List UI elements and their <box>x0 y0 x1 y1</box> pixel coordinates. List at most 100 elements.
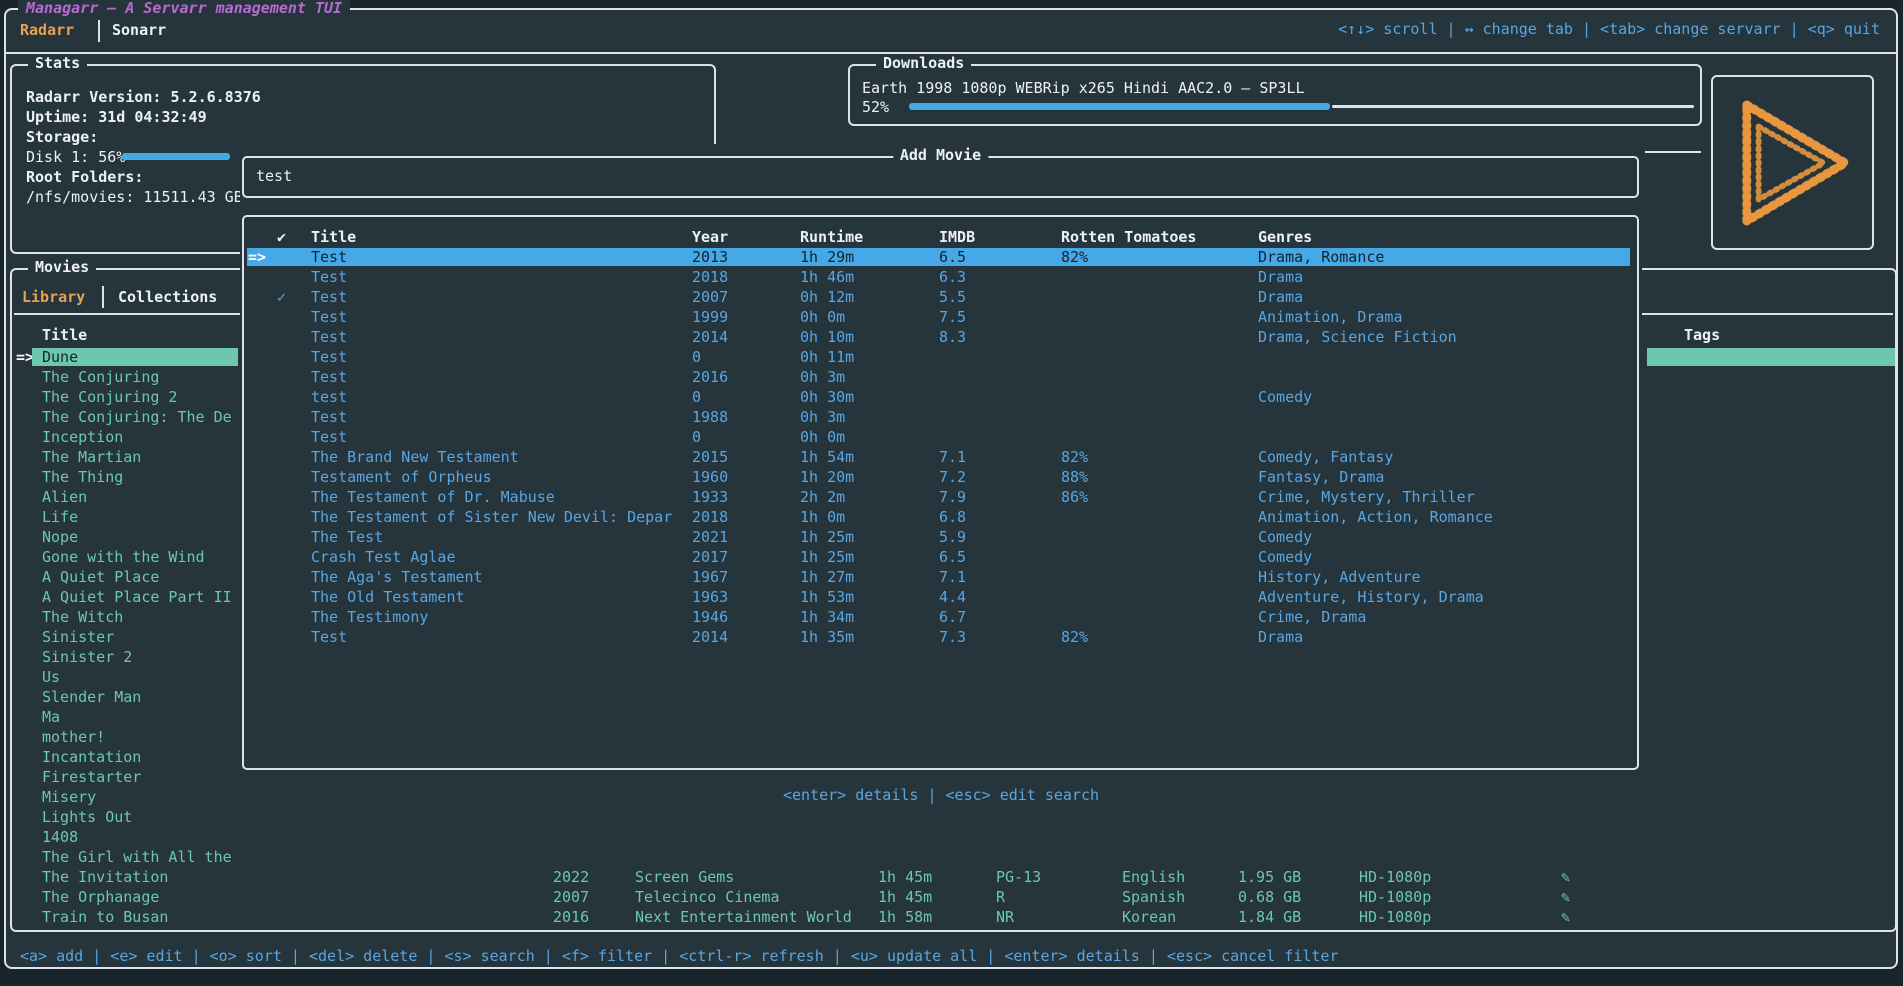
cell-runtime: 0h 10m <box>800 328 854 346</box>
search-results-table: ✔ Title Year Runtime IMDB Rotten Tomatoe… <box>242 215 1639 770</box>
cell-studio: Screen Gems <box>635 868 734 886</box>
cell-certification: NR <box>996 908 1014 926</box>
cell-rotten_tomatoes: 82% <box>1061 628 1088 646</box>
tab-sonarr[interactable]: Sonarr <box>112 21 166 39</box>
cell-title: Test <box>311 368 347 386</box>
cell-genres: Adventure, History, Drama <box>1258 588 1484 606</box>
disk-usage-bar <box>122 153 230 160</box>
result-row[interactable]: Test20141h 35m7.382%Drama <box>244 628 1637 646</box>
library-movie-item[interactable]: Dune <box>32 348 238 366</box>
cell-year: 2016 <box>692 368 728 386</box>
search-input[interactable]: test <box>256 167 292 185</box>
cell-title: Test <box>311 628 347 646</box>
cell-runtime: 1h 27m <box>800 568 854 586</box>
result-row[interactable]: Test20140h 10m8.3Drama, Science Fiction <box>244 328 1637 346</box>
cell-imdb: 6.7 <box>939 608 966 626</box>
cell-language: English <box>1122 868 1185 886</box>
cell-rotten_tomatoes: 82% <box>1061 248 1088 266</box>
library-movie-item[interactable]: The Conjuring 2 <box>42 388 177 406</box>
cell-genres: Drama <box>1258 288 1303 306</box>
cell-imdb: 5.5 <box>939 288 966 306</box>
result-row[interactable]: =>Test20131h 29m6.582%Drama, Romance <box>244 248 1637 266</box>
library-movie-item[interactable]: The Thing <box>42 468 123 486</box>
library-movie-item[interactable]: Sinister <box>42 628 114 646</box>
library-movie-item[interactable]: The Girl with All the <box>42 848 232 866</box>
library-movie-item[interactable]: Gone with the Wind <box>42 548 205 566</box>
selected-row-tags-fragment <box>1647 348 1895 366</box>
library-movie-item[interactable]: 1408 <box>42 828 78 846</box>
cell-runtime: 1h 25m <box>800 548 854 566</box>
cell-year: 1963 <box>692 588 728 606</box>
cell-rotten_tomatoes: 88% <box>1061 468 1088 486</box>
cell-studio: Telecinco Cinema <box>635 888 780 906</box>
managarr-app-window: Managarr – A Servarr management TUI <↑↓>… <box>4 8 1898 969</box>
result-row[interactable]: Crash Test Aglae20171h 25m6.5Comedy <box>244 548 1637 566</box>
library-movie-item[interactable]: Incantation <box>42 748 141 766</box>
result-row[interactable]: Test20160h 3m <box>244 368 1637 386</box>
download-item-name: Earth 1998 1080p WEBRip x265 Hindi AAC2.… <box>862 79 1305 97</box>
result-row[interactable]: The Old Testament19631h 53m4.4Adventure,… <box>244 588 1637 606</box>
library-movie-item[interactable]: Misery <box>42 788 96 806</box>
cell-year: 2007 <box>553 888 589 906</box>
result-row[interactable]: test00h 30mComedy <box>244 388 1637 406</box>
cell-year: 2018 <box>692 508 728 526</box>
library-movie-item[interactable]: A Quiet Place Part II <box>42 588 232 606</box>
library-movie-item[interactable]: Slender Man <box>42 688 141 706</box>
result-row[interactable]: Testament of Orpheus19601h 20m7.288%Fant… <box>244 468 1637 486</box>
library-movie-item[interactable]: Sinister 2 <box>42 648 132 666</box>
cell-runtime: 1h 0m <box>800 508 845 526</box>
tab-collections-label: Collections <box>118 288 217 306</box>
result-row[interactable]: The Test20211h 25m5.9Comedy <box>244 528 1637 546</box>
movies-panel-title: Movies <box>28 258 96 276</box>
library-movie-item[interactable]: The Martian <box>42 448 141 466</box>
add-movie-search-box[interactable]: Add Movie test <box>242 156 1639 198</box>
library-movie-item[interactable]: Lights Out <box>42 808 132 826</box>
cell-genres: Animation, Action, Romance <box>1258 508 1493 526</box>
library-movie-item[interactable]: The Conjuring: The De <box>42 408 232 426</box>
library-movie-item[interactable]: Life <box>42 508 78 526</box>
library-movie-item[interactable]: Firestarter <box>42 768 141 786</box>
tab-collections[interactable]: Collections <box>118 288 217 306</box>
result-row[interactable]: Test19880h 3m <box>244 408 1637 426</box>
result-row[interactable]: The Testimony19461h 34m6.7Crime, Drama <box>244 608 1637 626</box>
library-movie-item[interactable]: Ma <box>42 708 60 726</box>
cell-title: test <box>311 388 347 406</box>
cell-runtime: 1h 34m <box>800 608 854 626</box>
result-row[interactable]: The Testament of Sister New Devil: Depar… <box>244 508 1637 526</box>
cell-certification: PG-13 <box>996 868 1041 886</box>
result-row[interactable]: Test00h 11m <box>244 348 1637 366</box>
cell-year: 0 <box>692 348 701 366</box>
result-row[interactable]: The Brand New Testament20151h 54m7.182%C… <box>244 448 1637 466</box>
library-movie-item[interactable]: Alien <box>42 488 87 506</box>
app-title: Managarr – A Servarr management TUI <box>18 0 350 17</box>
library-movie-item[interactable]: The Conjuring <box>42 368 159 386</box>
cell-imdb: 6.5 <box>939 248 966 266</box>
library-movie-item[interactable]: The Witch <box>42 608 123 626</box>
library-movie-item[interactable]: Us <box>42 668 60 686</box>
top-keybinds: <↑↓> scroll | ↔ change tab | <tab> chang… <box>1338 20 1880 38</box>
tab-library[interactable]: Library <box>22 288 85 306</box>
title-column-header: Title <box>42 326 87 344</box>
library-movie-item[interactable]: Nope <box>42 528 78 546</box>
cell-title: Test <box>311 248 347 266</box>
result-row[interactable]: Test00h 0m <box>244 428 1637 446</box>
result-row[interactable]: Test19990h 0m7.5Animation, Drama <box>244 308 1637 326</box>
cell-year: 1999 <box>692 308 728 326</box>
result-row[interactable]: The Testament of Dr. Mabuse19332h 2m7.98… <box>244 488 1637 506</box>
cell-title: Test <box>311 328 347 346</box>
cell-imdb: 6.8 <box>939 508 966 526</box>
result-row[interactable]: Test20181h 46m6.3Drama <box>244 268 1637 286</box>
cell-imdb: 8.3 <box>939 328 966 346</box>
cell-runtime: 1h 20m <box>800 468 854 486</box>
cell-title: The Test <box>311 528 383 546</box>
result-row[interactable]: ✓Test20070h 12m5.5Drama <box>244 288 1637 306</box>
cell-imdb: 6.3 <box>939 268 966 286</box>
library-movie-item[interactable]: Inception <box>42 428 123 446</box>
result-row[interactable]: The Aga's Testament19671h 27m7.1History,… <box>244 568 1637 586</box>
managarr-logo-icon <box>1735 97 1853 229</box>
cell-genres: History, Adventure <box>1258 568 1421 586</box>
library-movie-item[interactable]: A Quiet Place <box>42 568 159 586</box>
library-movie-item[interactable]: mother! <box>42 728 105 746</box>
tab-radarr[interactable]: Radarr <box>20 21 74 39</box>
cell-runtime: 0h 11m <box>800 348 854 366</box>
